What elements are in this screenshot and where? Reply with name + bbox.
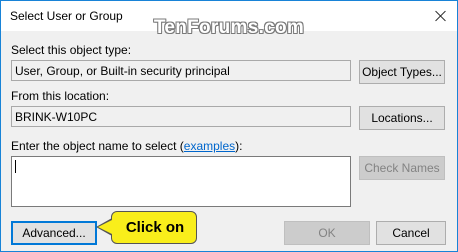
- click-on-callout: Click on: [111, 211, 197, 244]
- ok-button[interactable]: OK: [284, 221, 370, 245]
- select-user-or-group-dialog: Select User or Group TenForums.com Selec…: [0, 0, 458, 252]
- advanced-button[interactable]: Advanced...: [11, 221, 97, 245]
- locations-button[interactable]: Locations...: [359, 106, 445, 130]
- title-bar: Select User or Group TenForums.com: [1, 1, 457, 38]
- examples-link[interactable]: examples: [184, 139, 235, 153]
- watermark: TenForums.com: [153, 17, 305, 38]
- location-field: BRINK-W10PC: [11, 106, 351, 127]
- text-caret: [15, 160, 16, 173]
- object-name-label: Enter the object name to select (example…: [11, 139, 242, 153]
- callout-text: Click on: [125, 219, 185, 236]
- check-names-button[interactable]: Check Names: [359, 156, 445, 180]
- object-type-label: Select this object type:: [11, 43, 132, 57]
- callout-arrow-pointer: [98, 220, 112, 234]
- object-name-label-suffix: ):: [235, 139, 243, 153]
- object-type-field: User, Group, or Built-in security princi…: [11, 60, 351, 81]
- object-types-button[interactable]: Object Types...: [359, 60, 445, 84]
- location-label: From this location:: [11, 89, 110, 103]
- object-name-input[interactable]: [11, 156, 351, 207]
- close-icon[interactable]: [431, 7, 451, 27]
- object-name-label-prefix: Enter the object name to select (: [11, 139, 184, 153]
- cancel-button[interactable]: Cancel: [376, 221, 446, 245]
